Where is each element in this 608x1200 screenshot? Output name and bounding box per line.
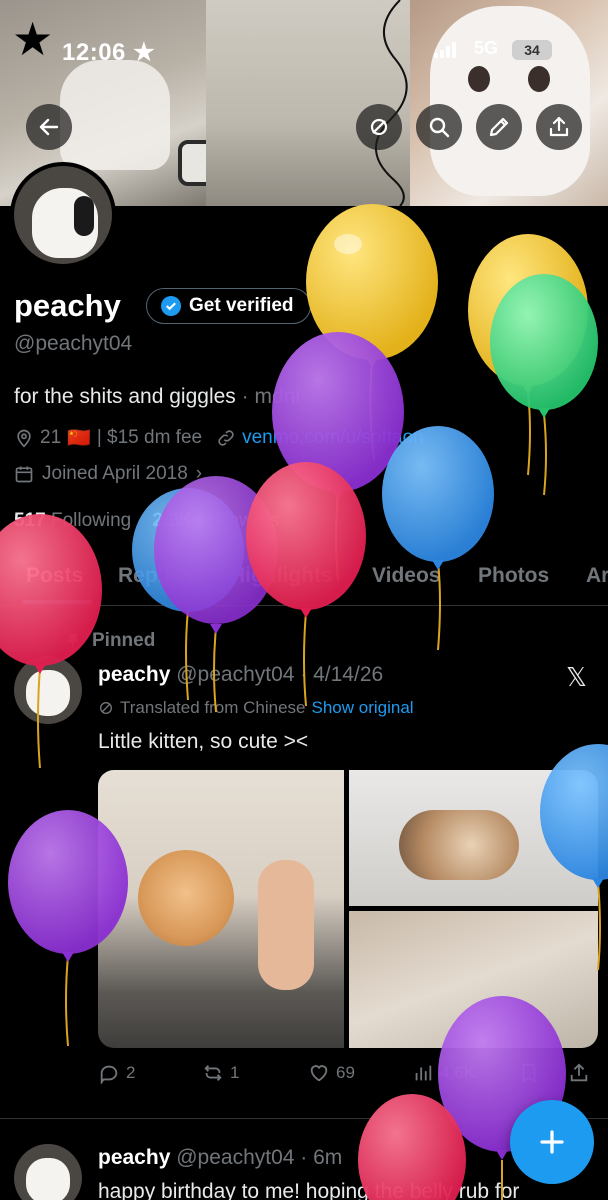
media-photo-2[interactable] <box>349 770 598 906</box>
bookmark-icon <box>522 1063 536 1083</box>
share-button[interactable] <box>536 104 582 150</box>
reply-button[interactable]: 2 <box>98 1062 135 1084</box>
profile-display-name: peachy <box>14 288 121 323</box>
profile-age: 21 <box>40 427 62 448</box>
kitten-image <box>138 850 234 946</box>
chevron-right-icon: › <box>195 463 203 484</box>
post-handle-date: @peachyt04 · 6m <box>176 1146 343 1169</box>
post-media-grid <box>98 770 598 1048</box>
post-author-line: peachy @peachyt04 · 4/14/26 <box>98 663 383 687</box>
tab-posts[interactable]: Posts <box>26 564 83 588</box>
tab-replies[interactable]: Replies <box>118 564 193 588</box>
x-logo-icon[interactable]: 𝕏 <box>566 662 587 693</box>
hand-image <box>258 860 314 990</box>
profile-avatar[interactable] <box>10 162 116 268</box>
followers-link[interactable]: 2.2K Followers <box>152 510 279 531</box>
tab-articles[interactable]: Ar <box>586 564 608 588</box>
views-icon <box>415 1065 432 1081</box>
balloon <box>382 426 494 651</box>
search-icon <box>429 117 450 138</box>
joined-row: Joined April 2018 › <box>14 463 202 485</box>
like-button[interactable]: 69 <box>308 1062 355 1084</box>
compose-post-button[interactable] <box>510 1100 594 1184</box>
status-time: 12:06 ★ <box>62 39 156 66</box>
mute-icon <box>370 118 388 136</box>
star-icon: ★ <box>12 13 54 65</box>
pencil-icon <box>489 117 509 137</box>
kitten-image <box>399 810 519 880</box>
link-icon <box>218 430 234 446</box>
share-icon <box>549 116 569 137</box>
calendar-icon <box>15 466 33 483</box>
translated-label: Translated from Chinese <box>120 698 306 717</box>
share-post-button[interactable] <box>568 1062 590 1084</box>
media-photo-3[interactable] <box>349 911 598 1048</box>
translate-icon <box>100 702 112 714</box>
profile-tabs: Posts Replies Highlights Videos Photos A… <box>0 556 608 606</box>
post-avatar[interactable] <box>14 1144 82 1200</box>
joined-date: Joined April 2018 <box>42 463 188 484</box>
translation-row: Translated from Chinese Show original <box>98 698 414 718</box>
share-icon <box>570 1063 588 1082</box>
follow-counts: 517 Following 2.2K Followers <box>14 510 279 532</box>
profile-link[interactable]: venmo.com/u/softaon <box>242 427 424 449</box>
show-original-link[interactable]: Show original <box>312 698 414 718</box>
status-bar: ★ 12:06 ★ 5G 34 <box>0 16 608 68</box>
signal-icon <box>434 42 456 58</box>
tab-highlights[interactable]: Highlights <box>230 564 333 588</box>
active-tab-indicator <box>22 600 92 604</box>
profile-fee: | $15 dm fee <box>96 427 203 448</box>
tab-videos[interactable]: Videos <box>372 564 440 588</box>
pinned-label: Pinned <box>64 630 155 652</box>
post-avatar[interactable] <box>14 656 82 724</box>
mute-button[interactable] <box>356 104 402 150</box>
bookmark-button[interactable] <box>518 1062 540 1084</box>
search-button[interactable] <box>416 104 462 150</box>
bio-tag: · mdni <box>241 385 301 408</box>
profile-bio: for the shits and giggles · mdni <box>14 385 300 409</box>
network-type: 5G <box>474 38 499 58</box>
post-text: happy birthday to me! hoping the belly r… <box>98 1180 520 1200</box>
profile-meta-row: 21 🇨🇳 | $15 dm fee venmo.com/u/softaon <box>14 426 424 450</box>
get-verified-label: Get verified <box>189 295 294 316</box>
verified-badge-icon <box>161 296 181 316</box>
back-arrow-icon <box>39 118 59 136</box>
edit-button[interactable] <box>476 104 522 150</box>
following-link[interactable]: 517 Following <box>14 510 131 531</box>
post-author-line: peachy @peachyt04 · 6m <box>98 1146 342 1170</box>
post-author[interactable]: peachy <box>98 663 170 686</box>
battery-icon: 34 <box>512 40 552 60</box>
views-button[interactable]: 4.6K <box>412 1062 475 1084</box>
plus-icon <box>540 1130 564 1154</box>
media-photo-1[interactable] <box>98 770 344 1048</box>
balloon <box>306 204 438 461</box>
location-pin-icon <box>17 429 31 448</box>
post-text: Little kitten, so cute >< <box>98 730 309 753</box>
repost-icon <box>204 1065 222 1081</box>
balloon <box>468 234 588 476</box>
reply-icon <box>100 1065 118 1084</box>
balloon <box>490 274 598 496</box>
flag-emoji: 🇨🇳 <box>67 428 91 449</box>
post-actions: 2 1 69 4.6K <box>98 1062 598 1092</box>
tab-photos[interactable]: Photos <box>478 564 549 588</box>
back-button[interactable] <box>26 104 72 150</box>
post-handle-date: @peachyt04 · 4/14/26 <box>176 663 384 686</box>
post-author[interactable]: peachy <box>98 1146 170 1169</box>
repost-button[interactable]: 1 <box>202 1062 239 1084</box>
balloon <box>272 332 404 581</box>
profile-handle: @peachyt04 <box>14 332 133 355</box>
profile-screen: { "status_bar": { "time": "12:06", "time… <box>0 0 608 1200</box>
bio-text: for the shits and giggles <box>14 385 236 408</box>
get-verified-button[interactable]: Get verified <box>146 288 311 324</box>
pin-icon <box>67 633 79 648</box>
heart-icon <box>310 1065 328 1082</box>
